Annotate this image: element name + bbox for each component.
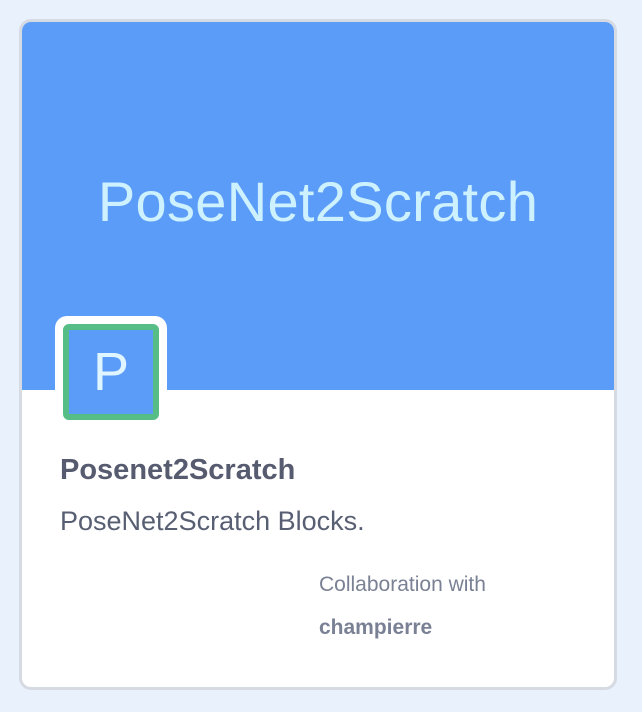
collaborator-name: champierre xyxy=(319,616,433,639)
banner-title: PoseNet2Scratch xyxy=(97,170,539,233)
extension-title: Posenet2Scratch xyxy=(60,454,296,486)
extension-icon-letter: P xyxy=(92,342,130,402)
extension-card[interactable]: PoseNet2Scratch P Posenet2Scratch PoseNe… xyxy=(19,19,617,690)
extension-icon: P xyxy=(63,324,159,420)
extension-icon-frame: P xyxy=(55,316,167,428)
extension-description: PoseNet2Scratch Blocks. xyxy=(60,506,365,536)
collaboration-label: Collaboration with xyxy=(319,573,486,596)
